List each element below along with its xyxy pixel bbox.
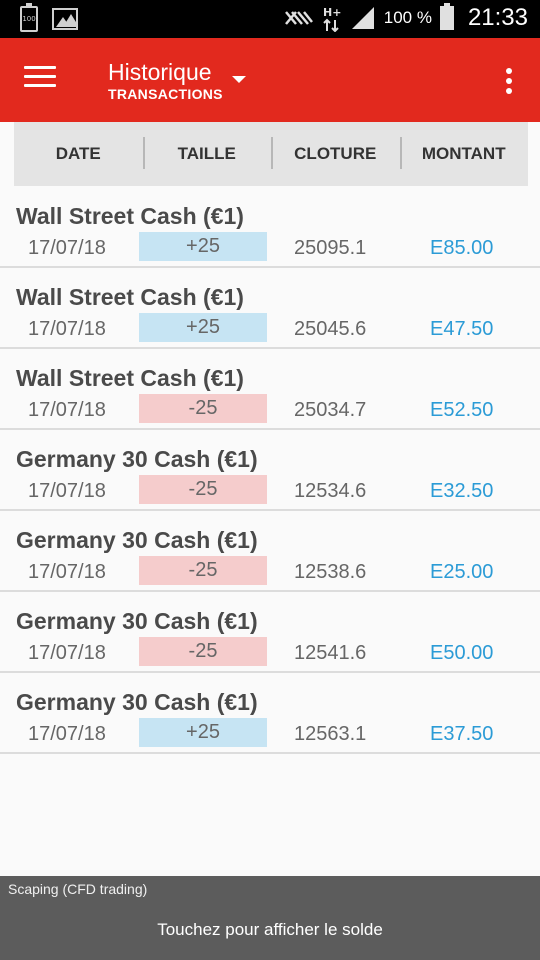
battery-100-icon: 100 [20, 3, 38, 32]
instrument-name: Wall Street Cash (€1) [16, 203, 244, 229]
status-left-icons: 100 [20, 3, 78, 32]
instrument-name: Germany 30 Cash (€1) [16, 608, 258, 634]
transaction-amount: E85.00 [430, 237, 494, 259]
instrument-name: Wall Street Cash (€1) [16, 365, 244, 391]
transaction-row[interactable]: Germany 30 Cash (€1) 17/07/18 -25 12534.… [0, 430, 540, 511]
closing-price: 25095.1 [294, 237, 367, 259]
account-label: Scaping (CFD trading) [8, 881, 148, 897]
transaction-size: -25 [139, 637, 267, 666]
transaction-date: 17/07/18 [28, 723, 106, 745]
transaction-row[interactable]: Germany 30 Cash (€1) 17/07/18 -25 12538.… [0, 511, 540, 592]
transaction-list: Wall Street Cash (€1) 17/07/18 +25 25095… [0, 187, 540, 754]
network-label: H+ [323, 6, 341, 19]
transaction-size: +25 [139, 232, 267, 261]
transaction-amount: E32.50 [430, 480, 494, 502]
instrument-name: Germany 30 Cash (€1) [16, 527, 258, 553]
battery-badge-text: 100 [22, 15, 36, 23]
transaction-row[interactable]: Wall Street Cash (€1) 17/07/18 +25 25045… [0, 268, 540, 349]
transaction-size: -25 [139, 394, 267, 423]
transaction-row[interactable]: Wall Street Cash (€1) 17/07/18 -25 25034… [0, 349, 540, 430]
transaction-size: -25 [139, 556, 267, 585]
transaction-date: 17/07/18 [28, 318, 106, 340]
instrument-name: Germany 30 Cash (€1) [16, 689, 258, 715]
transaction-date: 17/07/18 [28, 399, 106, 421]
show-balance-action[interactable]: Touchez pour afficher le solde [0, 920, 540, 940]
transaction-amount: E52.50 [430, 399, 494, 421]
app-bar: Historique TRANSACTIONS [0, 38, 540, 122]
closing-price: 25034.7 [294, 399, 367, 421]
nfc-icon [284, 11, 313, 25]
transaction-row[interactable]: Wall Street Cash (€1) 17/07/18 +25 25095… [0, 187, 540, 268]
network-h-plus-icon: H+ [323, 6, 341, 32]
balance-bar[interactable]: Scaping (CFD trading) Touchez pour affic… [0, 876, 540, 960]
transaction-date: 17/07/18 [28, 480, 106, 502]
column-amount[interactable]: MONTANT [399, 122, 529, 186]
transaction-date: 17/07/18 [28, 561, 106, 583]
page-subtitle: TRANSACTIONS [108, 86, 223, 102]
battery-icon [439, 3, 454, 30]
transaction-row[interactable]: Germany 30 Cash (€1) 17/07/18 -25 12541.… [0, 592, 540, 673]
closing-price: 12541.6 [294, 642, 367, 664]
transaction-amount: E47.50 [430, 318, 494, 340]
transaction-date: 17/07/18 [28, 237, 106, 259]
transaction-amount: E25.00 [430, 561, 494, 583]
overflow-menu-icon[interactable] [506, 68, 512, 98]
closing-price: 12534.6 [294, 480, 367, 502]
column-date[interactable]: DATE [14, 122, 143, 186]
title-dropdown[interactable]: Historique TRANSACTIONS [108, 58, 246, 102]
column-header: DATE TAILLE CLOTURE MONTANT [14, 122, 528, 186]
closing-price: 12563.1 [294, 723, 367, 745]
transaction-row[interactable]: Germany 30 Cash (€1) 17/07/18 +25 12563.… [0, 673, 540, 754]
clock: 21:33 [467, 4, 528, 31]
closing-price: 12538.6 [294, 561, 367, 583]
battery-percent: 100 % [383, 8, 432, 27]
status-right-icons: H+ 100 % 21:33 [284, 3, 528, 32]
instrument-name: Wall Street Cash (€1) [16, 284, 244, 310]
signal-icon [351, 7, 374, 29]
column-size[interactable]: TAILLE [142, 122, 272, 186]
transaction-size: -25 [139, 475, 267, 504]
image-icon [52, 8, 78, 30]
instrument-name: Germany 30 Cash (€1) [16, 446, 258, 472]
hamburger-menu-icon[interactable] [24, 66, 56, 90]
column-close[interactable]: CLOTURE [271, 122, 400, 186]
transaction-amount: E37.50 [430, 723, 494, 745]
transaction-size: +25 [139, 313, 267, 342]
transaction-amount: E50.00 [430, 642, 494, 664]
transaction-size: +25 [139, 718, 267, 747]
dropdown-arrow-icon [232, 76, 246, 83]
closing-price: 25045.6 [294, 318, 367, 340]
transaction-date: 17/07/18 [28, 642, 106, 664]
page-title: Historique [108, 59, 212, 85]
status-bar: 100 H+ 100 % 21:33 [0, 0, 540, 38]
